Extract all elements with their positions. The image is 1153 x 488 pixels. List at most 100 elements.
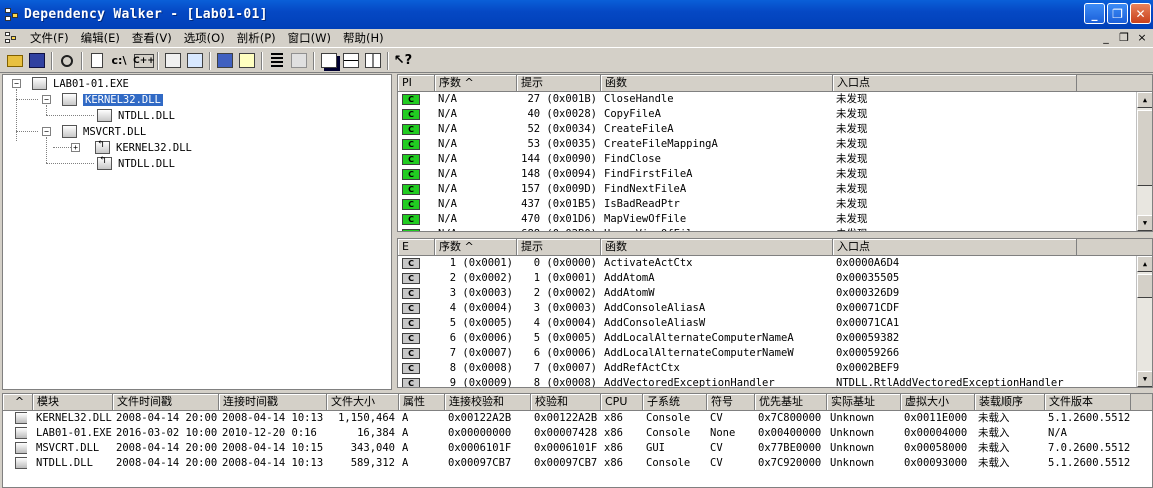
exports-list[interactable]: E 序数 ^ 提示 函数 入口点 C 1 (0x0001) 0 (0x0000) Ac… bbox=[397, 238, 1153, 388]
col-link-checksum[interactable]: 连接校验和 bbox=[445, 394, 531, 410]
save-icon[interactable] bbox=[26, 50, 48, 71]
full-paths-icon[interactable] bbox=[86, 50, 108, 71]
help-icon[interactable]: ↖? bbox=[392, 50, 414, 71]
expand-toggle[interactable]: + bbox=[71, 143, 80, 152]
collapse-toggle[interactable]: − bbox=[42, 95, 51, 104]
table-row[interactable]: C N/A 148 (0x0094) FindFirstFileA 未发现 bbox=[398, 167, 1152, 182]
table-row[interactable]: C N/A 437 (0x01B5) IsBadReadPtr 未发现 bbox=[398, 197, 1152, 212]
table-row[interactable]: C 7 (0x0007) 6 (0x0006) AddLocalAlternateCo… bbox=[398, 346, 1152, 361]
module-row[interactable]: LAB01-01.EXE 2016-03-02 10:00 2010-12-20 0… bbox=[3, 426, 1152, 441]
table-row[interactable]: C N/A 470 (0x01D6) MapViewOfFile 未发现 bbox=[398, 212, 1152, 227]
mdi-minimize-button[interactable]: _ bbox=[1099, 31, 1113, 44]
c-path-button[interactable]: c:\ bbox=[108, 50, 130, 71]
menu-help[interactable]: 帮助(H) bbox=[337, 30, 390, 46]
mdi-close-button[interactable]: × bbox=[1135, 31, 1149, 44]
table-row[interactable]: C N/A 27 (0x001B) CloseHandle 未发现 bbox=[398, 92, 1152, 107]
menu-view[interactable]: 查看(V) bbox=[126, 30, 178, 46]
menu-options[interactable]: 选项(O) bbox=[178, 30, 231, 46]
tree-node-kernel32-dll-forwarded[interactable]: + KERNEL32.DLL bbox=[71, 139, 192, 155]
exports-scrollbar[interactable]: ▲ ▼ bbox=[1136, 256, 1152, 387]
col-function[interactable]: 函数 bbox=[601, 239, 833, 255]
table-row[interactable]: C 6 (0x0006) 5 (0x0005) AddLocalAlternateCo… bbox=[398, 331, 1152, 346]
col-function[interactable]: 函数 bbox=[601, 75, 833, 91]
document-icon[interactable] bbox=[4, 31, 20, 45]
tree-node-ntdll-dll-forwarded[interactable]: NTDLL.DLL bbox=[97, 155, 175, 171]
col-entry-point[interactable]: 入口点 bbox=[833, 75, 1077, 91]
system-info-icon[interactable] bbox=[214, 50, 236, 71]
menu-profile[interactable]: 剖析(P) bbox=[231, 30, 282, 46]
open-icon[interactable] bbox=[4, 50, 26, 71]
col-module[interactable]: 模块 bbox=[33, 394, 113, 410]
table-row[interactable]: C N/A688 (0x02B0)UnmapViewOfFile未发现 bbox=[398, 227, 1152, 231]
col-sort[interactable]: ^ bbox=[3, 394, 33, 410]
close-button[interactable]: ✕ bbox=[1130, 3, 1151, 24]
tile-horizontal-icon[interactable] bbox=[340, 50, 362, 71]
col-file-size[interactable]: 文件大小 bbox=[327, 394, 399, 410]
menu-edit[interactable]: 编辑(E) bbox=[75, 30, 126, 46]
properties-icon[interactable] bbox=[184, 50, 206, 71]
auto-expand-icon[interactable] bbox=[162, 50, 184, 71]
scroll-thumb[interactable] bbox=[1137, 274, 1152, 298]
scroll-up-arrow[interactable]: ▲ bbox=[1137, 256, 1152, 272]
col-subsystem[interactable]: 子系统 bbox=[643, 394, 707, 410]
col-hint[interactable]: 提示 bbox=[517, 239, 601, 255]
col-hint[interactable]: 提示 bbox=[517, 75, 601, 91]
table-row[interactable]: C N/A 157 (0x009D) FindNextFileA 未发现 bbox=[398, 182, 1152, 197]
col-ordinal[interactable]: 序数 ^ bbox=[435, 75, 517, 91]
cascade-icon[interactable] bbox=[318, 50, 340, 71]
menu-file[interactable]: 文件(F) bbox=[24, 30, 75, 46]
cpp-undecorate-button[interactable]: C++ bbox=[133, 53, 155, 68]
minimize-button[interactable]: _ bbox=[1084, 3, 1105, 24]
col-pi[interactable]: PI bbox=[398, 75, 435, 91]
imports-list[interactable]: PI 序数 ^ 提示 函数 入口点 C N/A 27 (0x001B) CloseHa… bbox=[397, 74, 1153, 232]
table-row[interactable]: C 1 (0x0001) 0 (0x0000) ActivateActCtx 0x000… bbox=[398, 256, 1152, 271]
collapse-toggle[interactable]: − bbox=[42, 127, 51, 136]
restore-button[interactable]: ❐ bbox=[1107, 3, 1128, 24]
module-row[interactable]: NTDLL.DLL 2008-04-14 20:00 2008-04-14 10:1… bbox=[3, 456, 1152, 471]
col-e[interactable]: E bbox=[398, 239, 435, 255]
col-cpu[interactable]: CPU bbox=[601, 394, 643, 410]
title-bar[interactable]: Dependency Walker - [Lab01-01] _ ❐ ✕ bbox=[0, 0, 1153, 29]
table-row[interactable]: C 8 (0x0008) 7 (0x0007) AddRefActCtx 0x0002B… bbox=[398, 361, 1152, 376]
col-virtual-size[interactable]: 虚拟大小 bbox=[901, 394, 975, 410]
col-symbols[interactable]: 符号 bbox=[707, 394, 755, 410]
tree-node-ntdll-dll[interactable]: NTDLL.DLL bbox=[97, 108, 175, 123]
col-load-order[interactable]: 装载顺序 bbox=[975, 394, 1045, 410]
col-actual-base[interactable]: 实际基址 bbox=[827, 394, 901, 410]
scroll-down-arrow[interactable]: ▼ bbox=[1137, 371, 1152, 387]
menu-window[interactable]: 窗口(W) bbox=[282, 30, 337, 46]
table-row[interactable]: C 5 (0x0005) 4 (0x0004) AddConsoleAliasW 0x0… bbox=[398, 316, 1152, 331]
copy-icon[interactable] bbox=[288, 50, 310, 71]
collapse-toggle[interactable]: − bbox=[12, 79, 21, 88]
app-icon[interactable] bbox=[4, 7, 20, 23]
module-row[interactable]: KERNEL32.DLL 2008-04-14 20:00 2008-04-14 1… bbox=[3, 411, 1152, 426]
table-row[interactable]: C N/A 144 (0x0090) FindClose 未发现 bbox=[398, 152, 1152, 167]
col-file-timestamp[interactable]: 文件时间戳 bbox=[113, 394, 219, 410]
tile-vertical-icon[interactable] bbox=[362, 50, 384, 71]
col-ordinal[interactable]: 序数 ^ bbox=[435, 239, 517, 255]
table-row[interactable]: C N/A 52 (0x0034) CreateFileA 未发现 bbox=[398, 122, 1152, 137]
col-preferred-base[interactable]: 优先基址 bbox=[755, 394, 827, 410]
col-attributes[interactable]: 属性 bbox=[399, 394, 445, 410]
col-link-timestamp[interactable]: 连接时间戳 bbox=[219, 394, 327, 410]
col-checksum[interactable]: 校验和 bbox=[531, 394, 601, 410]
table-row[interactable]: C 9 (0x0009) 8 (0x0008) AddVectoredExceptio… bbox=[398, 376, 1152, 387]
mdi-restore-button[interactable]: ❐ bbox=[1117, 31, 1131, 44]
table-row[interactable]: C N/A 53 (0x0035) CreateFileMappingA 未发现 bbox=[398, 137, 1152, 152]
table-row[interactable]: C 3 (0x0003) 2 (0x0002) AddAtomW 0x000326D9 bbox=[398, 286, 1152, 301]
col-file-version[interactable]: 文件版本 bbox=[1045, 394, 1131, 410]
tree-node-kernel32-dll[interactable]: − KERNEL32.DLL bbox=[42, 92, 163, 107]
scroll-up-arrow[interactable]: ▲ bbox=[1137, 92, 1152, 108]
find-icon[interactable] bbox=[56, 50, 78, 71]
module-list[interactable]: ^ 模块 文件时间戳 连接时间戳 文件大小 属性 连接校验和 校验和 CPU 子系统 符号 优先基址实… bbox=[2, 393, 1153, 488]
scroll-down-arrow[interactable]: ▼ bbox=[1137, 215, 1152, 231]
view-module-icon[interactable] bbox=[236, 50, 258, 71]
col-entry-point[interactable]: 入口点 bbox=[833, 239, 1077, 255]
sort-icon[interactable] bbox=[266, 50, 288, 71]
table-row[interactable]: C N/A 40 (0x0028) CopyFileA 未发现 bbox=[398, 107, 1152, 122]
imports-scrollbar[interactable]: ▲ ▼ bbox=[1136, 92, 1152, 231]
scroll-thumb[interactable] bbox=[1137, 110, 1152, 186]
module-row[interactable]: MSVCRT.DLL 2008-04-14 20:00 2008-04-14 10:… bbox=[3, 441, 1152, 456]
table-row[interactable]: C 4 (0x0004) 3 (0x0003) AddConsoleAliasA 0x0… bbox=[398, 301, 1152, 316]
module-tree[interactable]: − LAB01-01.EXE − KERNEL32.DLL NTDLL.DLL … bbox=[2, 74, 392, 390]
